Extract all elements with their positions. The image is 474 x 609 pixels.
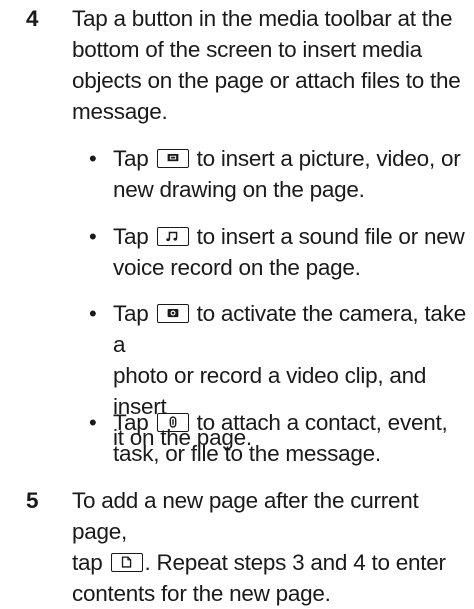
bullet-line-rest: to insert a sound file or new xyxy=(196,224,465,249)
bullet-line: Tap to activate the camera, take a xyxy=(113,298,473,360)
sound-icon xyxy=(156,227,189,246)
step-4-line: objects on the page or attach files to t… xyxy=(72,68,461,93)
bullet-line: Tap to attach a contact, event, xyxy=(113,407,473,438)
bullet-dot: • xyxy=(89,224,97,249)
bullet-text: Tap to insert a picture, video, or new d… xyxy=(113,143,473,205)
tap-word: Tap xyxy=(113,224,149,249)
bullet-dot: • xyxy=(89,410,97,435)
step-4-text: Tap a button in the media toolbar at the… xyxy=(72,3,472,127)
bullet-dot: • xyxy=(89,146,97,171)
tap-word: Tap xyxy=(113,410,149,435)
manual-page: 4 Tap a button in the media toolbar at t… xyxy=(0,0,474,606)
step-5-line: contents for the new page. xyxy=(72,581,331,606)
step-4-line: message. xyxy=(72,99,168,124)
step-5-line-rest: . Repeat steps 3 and 4 to enter xyxy=(144,550,446,575)
bullet-line: task, or file to the message. xyxy=(113,441,381,466)
attach-icon xyxy=(156,413,189,432)
step-number: 5 xyxy=(26,488,39,513)
tap-word: Tap xyxy=(113,301,149,326)
bullet-line: voice record on the page. xyxy=(113,255,361,280)
bullet-dot: • xyxy=(89,301,97,326)
bullet-line-rest: to insert a picture, video, or xyxy=(196,146,461,171)
bullet-line: new drawing on the page. xyxy=(113,177,365,202)
bullet-line-rest: to attach a contact, event, xyxy=(196,410,448,435)
bullet-text: Tap to attach a contact, event, task, or… xyxy=(113,407,473,469)
bullet-text: Tap to insert a sound file or new voice … xyxy=(113,221,473,283)
step-4-line: Tap a button in the media toolbar at the xyxy=(72,6,453,31)
bullet-line: Tap to insert a sound file or new xyxy=(113,221,473,252)
picture-icon xyxy=(156,149,189,168)
step-number: 4 xyxy=(26,6,39,31)
step-5-line: To add a new page after the current page… xyxy=(72,488,419,544)
camera-icon xyxy=(156,304,189,323)
step-5-text: To add a new page after the current page… xyxy=(72,485,472,609)
tap-word: Tap xyxy=(113,146,149,171)
bullet-line: Tap to insert a picture, video, or xyxy=(113,143,473,174)
step-4-line: bottom of the screen to insert media xyxy=(72,37,422,62)
step-5-line: tap . Repeat steps 3 and 4 to enter xyxy=(72,547,472,578)
new-page-icon xyxy=(110,553,143,572)
tap-word: tap xyxy=(72,550,103,575)
